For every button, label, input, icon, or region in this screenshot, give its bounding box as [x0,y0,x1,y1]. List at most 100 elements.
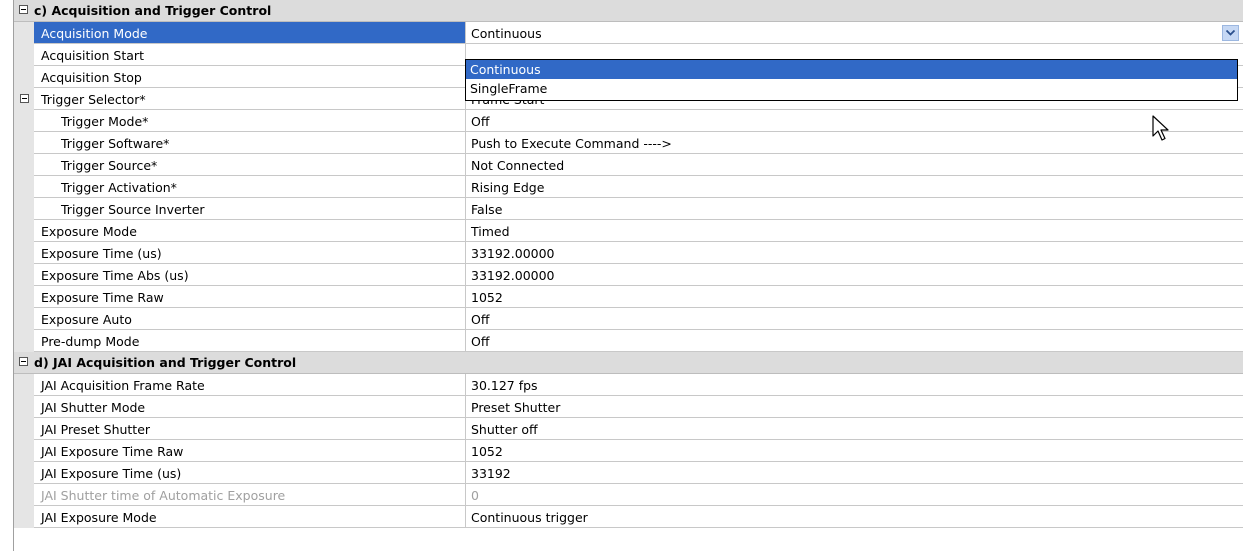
row-gutter [14,506,34,528]
row-gutter [14,176,34,198]
property-name-text: Trigger Mode* [61,114,149,129]
row-gutter [14,308,34,330]
property-value-text: Off [471,334,490,349]
property-value-text: 1052 [471,290,503,305]
mouse-cursor-icon [1152,115,1169,141]
property-name-text: Trigger Source* [61,158,158,173]
row-trigger-activation[interactable]: Trigger Activation* Rising Edge [0,176,1243,198]
property-value[interactable]: 1052 [466,286,1243,308]
property-value[interactable]: 33192.00000 [466,242,1243,264]
collapse-toggle-icon[interactable] [19,5,28,14]
row-gutter [14,154,34,176]
property-name-text: Exposure Auto [41,312,132,327]
row-gutter [14,242,34,264]
property-value[interactable]: Rising Edge [466,176,1243,198]
property-value-text: Not Connected [471,158,565,173]
property-name-text: Acquisition Start [41,48,144,63]
property-name: JAI Acquisition Frame Rate [34,374,466,396]
property-value-text: 30.127 fps [471,378,538,393]
row-acquisition-mode[interactable]: Acquisition Mode Continuous [0,22,1243,44]
row-jai-exposure-time-us[interactable]: JAI Exposure Time (us) 33192 [0,462,1243,484]
row-exposure-time-raw[interactable]: Exposure Time Raw 1052 [0,286,1243,308]
collapse-toggle-icon[interactable] [19,357,28,366]
property-name: Exposure Auto [34,308,466,330]
section-header-acquisition-trigger[interactable]: c) Acquisition and Trigger Control [0,0,1243,22]
row-jai-preset-shutter[interactable]: JAI Preset Shutter Shutter off [0,418,1243,440]
property-name-text: Trigger Selector* [41,92,146,107]
row-exposure-time-abs[interactable]: Exposure Time Abs (us) 33192.00000 [0,264,1243,286]
dropdown-option-singleframe[interactable]: SingleFrame [466,79,1237,98]
row-exposure-time[interactable]: Exposure Time (us) 33192.00000 [0,242,1243,264]
row-trigger-source-inverter[interactable]: Trigger Source Inverter False [0,198,1243,220]
row-jai-shutter-mode[interactable]: JAI Shutter Mode Preset Shutter [0,396,1243,418]
property-value-text: Preset Shutter [471,400,561,415]
property-name: JAI Exposure Time (us) [34,462,466,484]
property-name-text: JAI Preset Shutter [41,422,151,437]
property-name: Exposure Time Raw [34,286,466,308]
property-value[interactable]: 1052 [466,440,1243,462]
section-header-jai-acquisition-trigger[interactable]: d) JAI Acquisition and Trigger Control [0,352,1243,374]
property-value-text: Timed [471,224,510,239]
row-gutter [14,88,34,110]
property-value[interactable]: 33192 [466,462,1243,484]
row-jai-shutter-time-auto-exposure: JAI Shutter time of Automatic Exposure 0 [0,484,1243,506]
row-gutter [14,396,34,418]
row-pre-dump-mode[interactable]: Pre-dump Mode Off [0,330,1243,352]
property-value[interactable]: 33192.00000 [466,264,1243,286]
property-value-text: Push to Execute Command ----> [471,136,672,151]
row-gutter [14,374,34,396]
row-trigger-source[interactable]: Trigger Source* Not Connected [0,154,1243,176]
property-value-text: Continuous trigger [471,510,588,525]
property-value[interactable]: Shutter off [466,418,1243,440]
row-trigger-mode[interactable]: Trigger Mode* Off [0,110,1243,132]
collapse-toggle-icon[interactable] [20,94,29,103]
dropdown-button[interactable] [1222,25,1239,41]
property-value[interactable]: Off [466,308,1243,330]
row-jai-exposure-mode[interactable]: JAI Exposure Mode Continuous trigger [0,506,1243,528]
property-name: Trigger Software* [34,132,466,154]
property-name-text: Pre-dump Mode [41,334,140,349]
property-value[interactable]: False [466,198,1243,220]
row-trigger-software[interactable]: Trigger Software* Push to Execute Comman… [0,132,1243,154]
property-value-text: 0 [471,488,479,503]
property-value-text: False [471,202,503,217]
chevron-down-icon [1226,30,1235,36]
property-name: Trigger Source* [34,154,466,176]
property-value-text: 1052 [471,444,503,459]
property-value-text: 33192.00000 [471,246,555,261]
property-value-text: Off [471,114,490,129]
property-value[interactable]: Not Connected [466,154,1243,176]
property-name-text: JAI Exposure Mode [41,510,157,525]
property-value-text: Continuous [471,26,542,41]
property-name: Acquisition Mode [34,22,466,44]
acquisition-mode-select[interactable]: Continuous [466,22,1243,44]
property-name-text: Exposure Time (us) [41,246,162,261]
row-gutter [14,484,34,506]
property-value[interactable]: Off [466,330,1243,352]
row-exposure-auto[interactable]: Exposure Auto Off [0,308,1243,330]
property-name-text: JAI Acquisition Frame Rate [41,378,205,393]
property-value[interactable]: Continuous trigger [466,506,1243,528]
property-value-text: Off [471,312,490,327]
property-name: JAI Shutter time of Automatic Exposure [34,484,466,506]
acquisition-mode-dropdown-list: Continuous SingleFrame [465,59,1238,101]
row-gutter [14,330,34,352]
property-name-text: Acquisition Stop [41,70,142,85]
row-gutter [14,198,34,220]
dropdown-option-continuous[interactable]: Continuous [466,60,1237,79]
property-value-text: 33192 [471,466,511,481]
property-value[interactable]: Off [466,110,1243,132]
row-jai-exposure-time-raw[interactable]: JAI Exposure Time Raw 1052 [0,440,1243,462]
property-value[interactable]: Preset Shutter [466,396,1243,418]
row-gutter [14,418,34,440]
property-value[interactable]: 30.127 fps [466,374,1243,396]
property-name: Pre-dump Mode [34,330,466,352]
property-value[interactable]: Timed [466,220,1243,242]
property-name: Acquisition Start [34,44,466,66]
property-value[interactable]: Push to Execute Command ----> [466,132,1243,154]
row-gutter [14,264,34,286]
row-exposure-mode[interactable]: Exposure Mode Timed [0,220,1243,242]
property-value-text: Shutter off [471,422,538,437]
row-gutter [14,462,34,484]
row-jai-acquisition-frame-rate[interactable]: JAI Acquisition Frame Rate 30.127 fps [0,374,1243,396]
